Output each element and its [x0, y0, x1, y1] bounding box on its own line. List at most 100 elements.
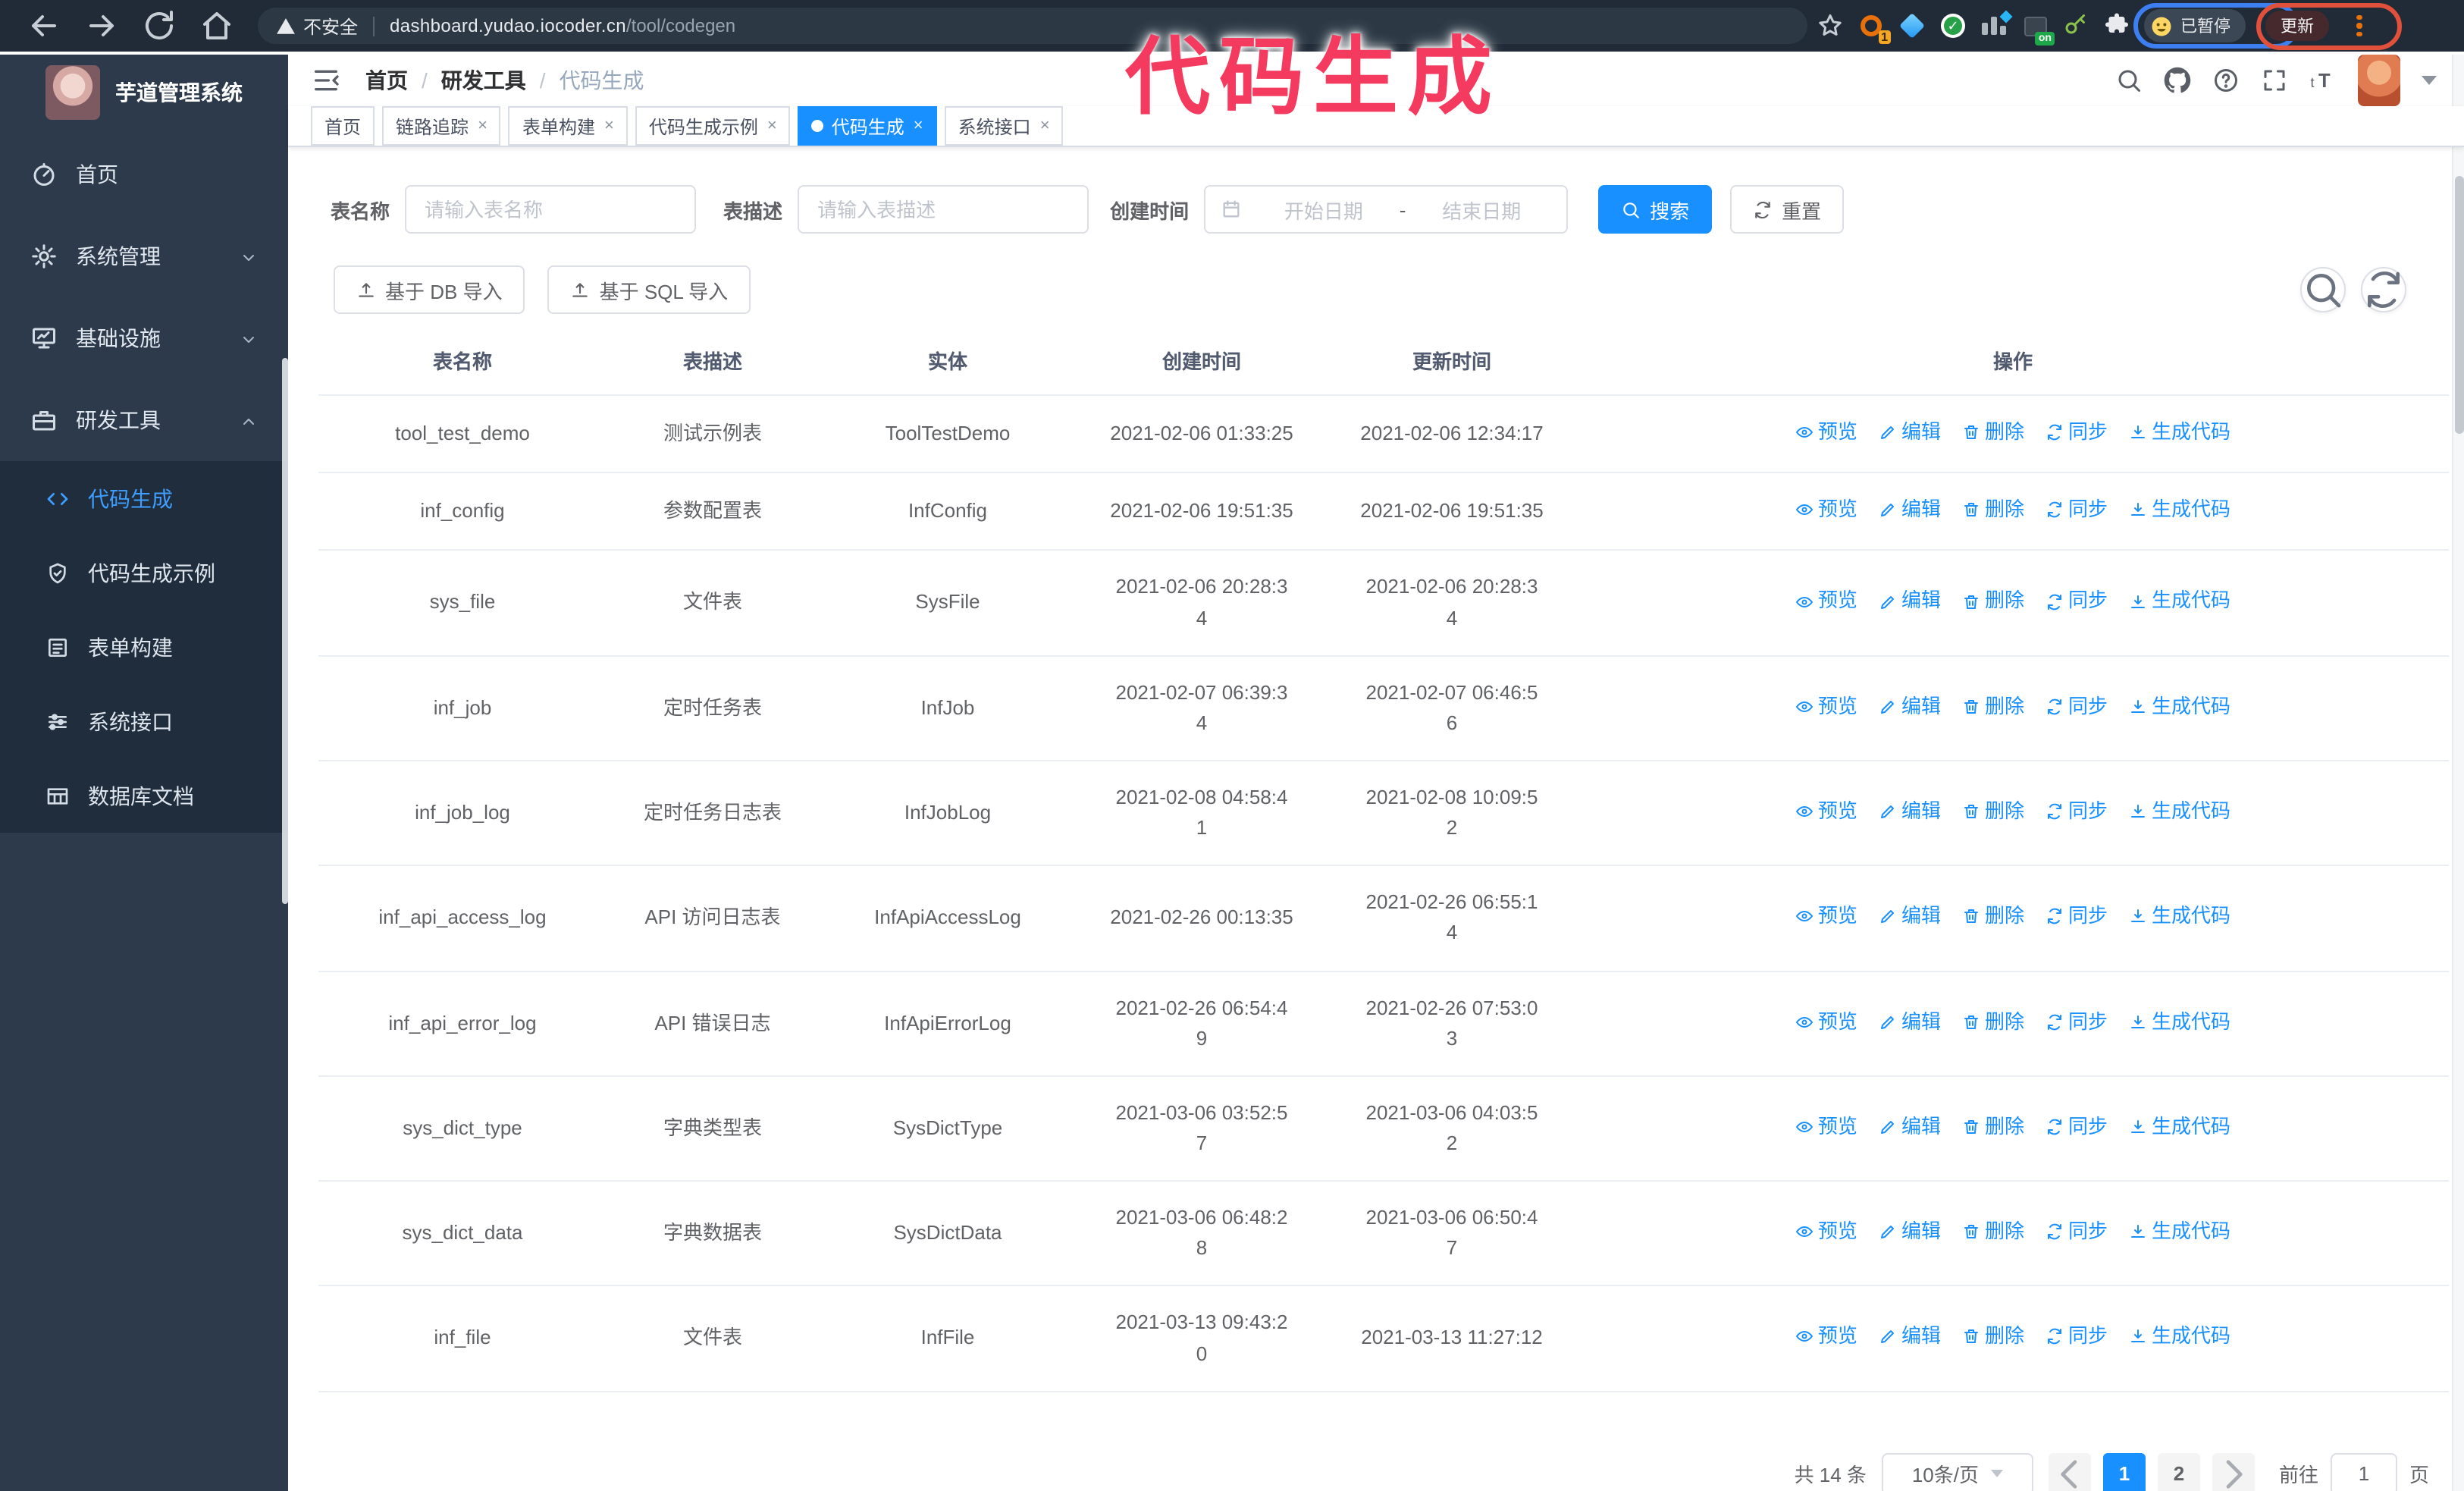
browser-home-icon[interactable]: [199, 8, 235, 44]
sidebar-item-infra[interactable]: 基础设施: [0, 297, 288, 379]
sidebar-subitem-form-builder[interactable]: 表单构建: [0, 610, 288, 684]
action-delete[interactable]: 删除: [1962, 1112, 2024, 1142]
action-generate-code[interactable]: 生成代码: [2129, 1322, 2230, 1352]
prev-page-button[interactable]: [2048, 1452, 2091, 1491]
sidebar-logo-row[interactable]: 芋道管理系统: [0, 55, 288, 130]
import-db-button[interactable]: 基于 DB 导入: [334, 265, 525, 314]
table-row[interactable]: sys_dict_type 字典类型表 SysDictType 2021-03-06 …: [318, 1075, 2449, 1182]
table-row[interactable]: inf_job 定时任务表 InfJob 2021-02-07 06:39:3 4 20…: [318, 655, 2449, 761]
user-avatar[interactable]: [2358, 55, 2400, 106]
reset-button[interactable]: 重置: [1730, 185, 1845, 234]
address-bar[interactable]: 不安全 dashboard.yudao.iocoder.cn /tool/cod…: [258, 8, 1807, 44]
extension-key-icon[interactable]: [2062, 12, 2089, 39]
table-row[interactable]: tool_test_demo 测试示例表 ToolTestDemo 2021-02-0…: [318, 395, 2449, 474]
extension-columns-icon[interactable]: [1980, 10, 2013, 39]
action-delete[interactable]: 删除: [1962, 691, 2024, 721]
extension-check-icon[interactable]: ✓: [1939, 12, 1967, 39]
tab-home[interactable]: 首页: [311, 106, 375, 146]
search-icon[interactable]: [2115, 67, 2143, 94]
security-warning[interactable]: 不安全: [276, 13, 358, 39]
date-range-picker[interactable]: 开始日期 - 结束日期: [1204, 185, 1569, 234]
table-row[interactable]: sys_file 文件表 SysFile 2021-02-06 20:28:3 4 20…: [318, 550, 2449, 657]
table-desc-input[interactable]: [798, 185, 1089, 234]
breadcrumb-devtools[interactable]: 研发工具: [441, 65, 526, 96]
extension-gem-icon[interactable]: [1898, 12, 1926, 39]
search-button[interactable]: 搜索: [1598, 185, 1713, 234]
action-preview[interactable]: 预览: [1795, 902, 1857, 932]
action-edit[interactable]: 编辑: [1879, 902, 1941, 932]
tab-tracer[interactable]: 链路追踪 ×: [382, 106, 501, 146]
avatar-caret-down-icon[interactable]: [2422, 76, 2437, 85]
media-paused-chip[interactable]: 已暂停: [2133, 3, 2299, 49]
browser-forward-icon[interactable]: [83, 8, 120, 44]
sidebar-scrollbar[interactable]: [282, 358, 288, 904]
action-preview[interactable]: 预览: [1795, 586, 1857, 617]
sidebar-item-home[interactable]: 首页: [0, 133, 288, 215]
action-generate-code[interactable]: 生成代码: [2129, 586, 2230, 617]
table-row[interactable]: inf_api_error_log API 错误日志 InfApiErrorLog 2…: [318, 971, 2449, 1077]
action-edit[interactable]: 编辑: [1879, 691, 1941, 721]
action-preview[interactable]: 预览: [1795, 1322, 1857, 1352]
tab-codegen[interactable]: 代码生成 ×: [798, 106, 937, 146]
action-sync[interactable]: 同步: [2045, 1112, 2108, 1142]
browser-reload-icon[interactable]: [141, 8, 177, 44]
action-sync[interactable]: 同步: [2045, 586, 2108, 617]
tab-form-builder[interactable]: 表单构建 ×: [508, 106, 628, 146]
action-delete[interactable]: 删除: [1962, 1006, 2024, 1037]
scrollbar-thumb[interactable]: [2455, 176, 2464, 434]
goto-page-input[interactable]: [2330, 1452, 2397, 1491]
breadcrumb-home[interactable]: 首页: [365, 65, 408, 96]
font-size-icon[interactable]: tT: [2309, 67, 2337, 94]
action-generate-code[interactable]: 生成代码: [2129, 417, 2230, 447]
action-edit[interactable]: 编辑: [1879, 796, 1941, 827]
tab-system-api[interactable]: 系统接口 ×: [944, 106, 1064, 146]
table-name-input[interactable]: [405, 185, 697, 234]
page-button-2[interactable]: 2: [2157, 1452, 2200, 1491]
import-sql-button[interactable]: 基于 SQL 导入: [547, 265, 751, 314]
action-preview[interactable]: 预览: [1795, 417, 1857, 447]
action-edit[interactable]: 编辑: [1879, 1112, 1941, 1142]
table-row[interactable]: inf_api_access_log API 访问日志表 InfApiAccessL…: [318, 865, 2449, 972]
action-sync[interactable]: 同步: [2045, 1322, 2108, 1352]
sidebar-item-system[interactable]: 系统管理: [0, 215, 288, 297]
action-delete[interactable]: 删除: [1962, 796, 2024, 827]
extension-switch-icon[interactable]: on: [2021, 12, 2055, 46]
action-delete[interactable]: 删除: [1962, 1322, 2024, 1352]
action-delete[interactable]: 删除: [1962, 586, 2024, 617]
action-edit[interactable]: 编辑: [1879, 494, 1941, 525]
sidebar-fold-icon[interactable]: [311, 65, 341, 96]
window-scrollbar[interactable]: [2452, 55, 2464, 1491]
action-delete[interactable]: 删除: [1962, 902, 2024, 932]
refresh-table-button[interactable]: [2361, 267, 2406, 312]
action-sync[interactable]: 同步: [2045, 417, 2108, 447]
help-icon[interactable]: [2212, 67, 2240, 94]
page-button-1[interactable]: 1: [2102, 1452, 2146, 1491]
action-preview[interactable]: 预览: [1795, 796, 1857, 827]
sidebar-subitem-db-doc[interactable]: 数据库文档: [0, 758, 288, 833]
tab-close-icon[interactable]: ×: [1040, 117, 1050, 135]
action-sync[interactable]: 同步: [2045, 1006, 2108, 1037]
action-delete[interactable]: 删除: [1962, 417, 2024, 447]
fullscreen-icon[interactable]: [2261, 67, 2288, 94]
action-preview[interactable]: 预览: [1795, 1006, 1857, 1037]
action-preview[interactable]: 预览: [1795, 1216, 1857, 1247]
action-preview[interactable]: 预览: [1795, 1112, 1857, 1142]
browser-back-icon[interactable]: [26, 8, 62, 44]
table-row[interactable]: inf_config 参数配置表 InfConfig 2021-02-06 19:51…: [318, 472, 2449, 551]
sidebar-subitem-codegen[interactable]: 代码生成: [0, 461, 288, 535]
action-sync[interactable]: 同步: [2045, 796, 2108, 827]
action-generate-code[interactable]: 生成代码: [2129, 1112, 2230, 1142]
action-edit[interactable]: 编辑: [1879, 586, 1941, 617]
action-generate-code[interactable]: 生成代码: [2129, 494, 2230, 525]
sidebar-item-devtools[interactable]: 研发工具: [0, 379, 288, 461]
sidebar-subitem-codegen-example[interactable]: 代码生成示例: [0, 535, 288, 610]
action-generate-code[interactable]: 生成代码: [2129, 1216, 2230, 1247]
tab-codegen-example[interactable]: 代码生成示例 ×: [635, 106, 791, 146]
action-edit[interactable]: 编辑: [1879, 417, 1941, 447]
toggle-search-button[interactable]: [2300, 267, 2346, 312]
sidebar-subitem-system-api[interactable]: 系统接口: [0, 684, 288, 758]
action-sync[interactable]: 同步: [2045, 1216, 2108, 1247]
action-edit[interactable]: 编辑: [1879, 1322, 1941, 1352]
action-edit[interactable]: 编辑: [1879, 1216, 1941, 1247]
table-row[interactable]: inf_job_log 定时任务日志表 InfJobLog 2021-02-08 04…: [318, 760, 2449, 867]
